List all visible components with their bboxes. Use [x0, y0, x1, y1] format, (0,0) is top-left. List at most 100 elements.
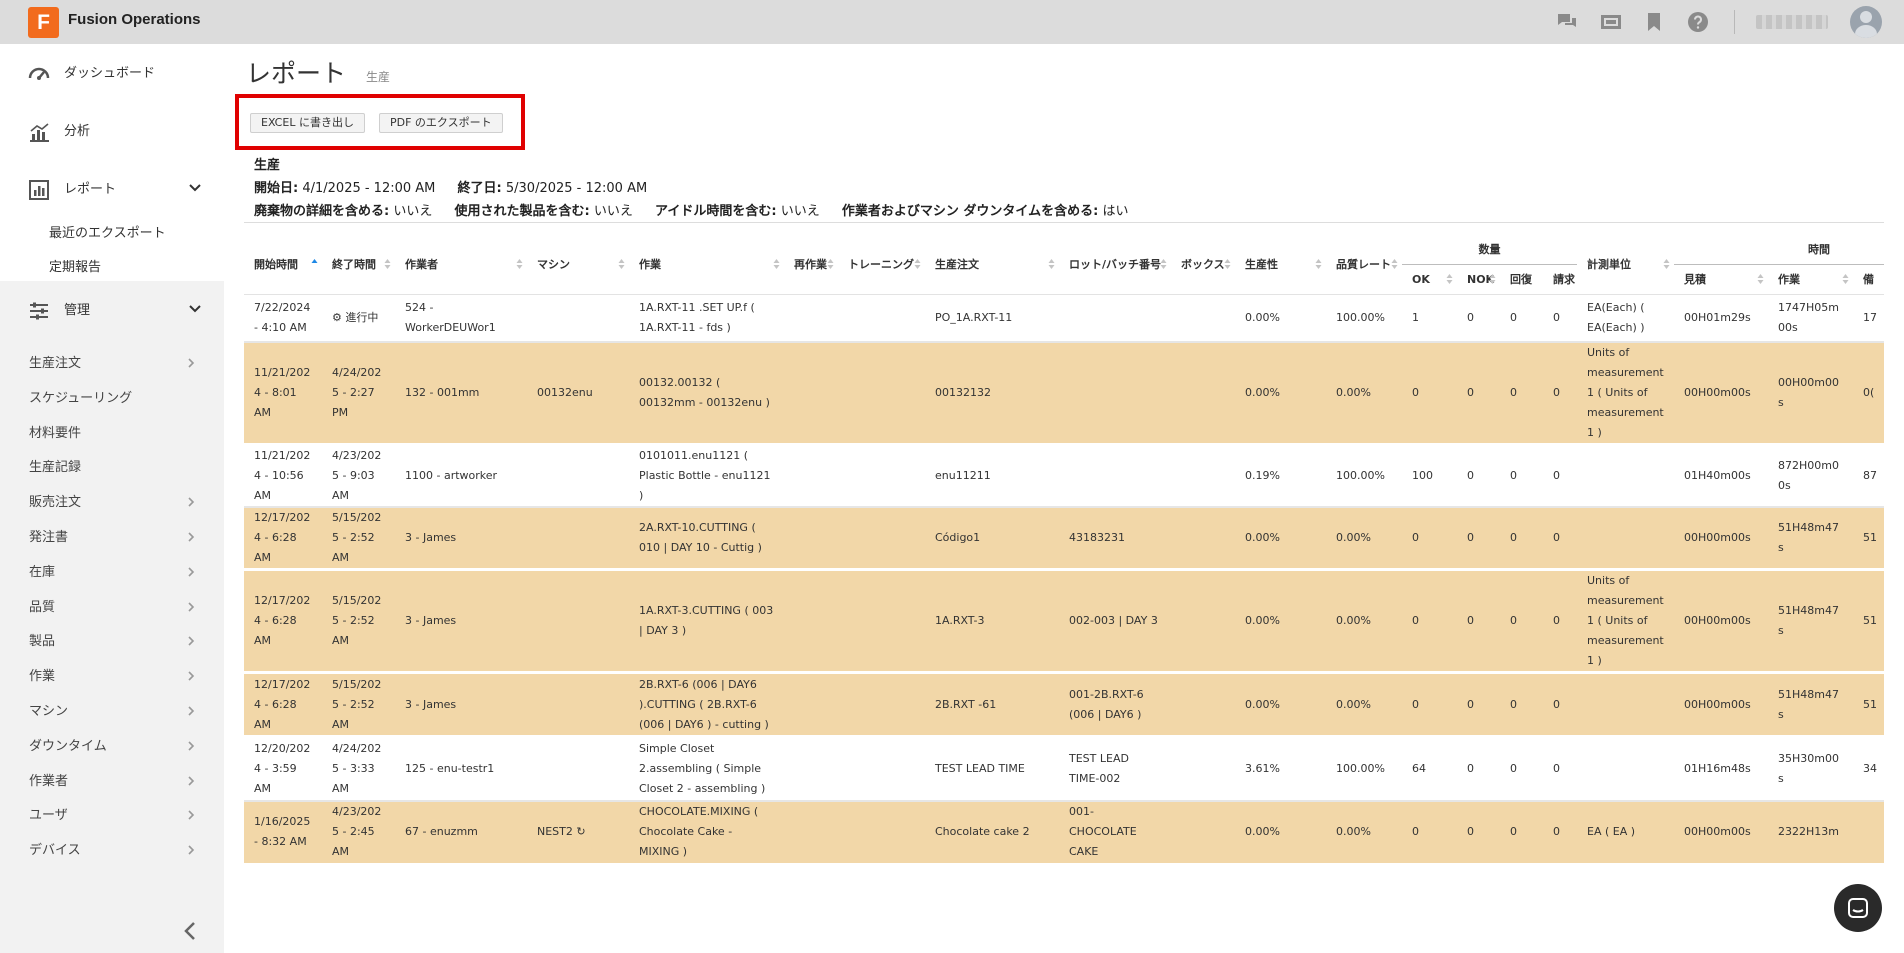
help-icon[interactable] — [1686, 10, 1710, 34]
sort-icon[interactable] — [914, 258, 921, 270]
chevron-down-icon[interactable] — [188, 301, 202, 315]
sidebar-item-analysis[interactable]: 分析 — [0, 102, 224, 160]
sidebar-subitem-recent-exports[interactable]: 最近のエクスポート — [49, 222, 166, 241]
report-table-container[interactable]: 開始時間 終了時間 作業者 マシン 作業 再作業 トレーニング 生産注文 ロット… — [244, 234, 1884, 953]
sidebar-item-report[interactable]: レポート — [0, 160, 224, 218]
cell-operation: 1A.RXT-11 .SET UP.f ( 1A.RXT-11 - fds ) — [629, 294, 784, 343]
cell-text: 0.00% — [1336, 531, 1371, 544]
sidebar-item-admin[interactable]: 管理 — [0, 281, 224, 339]
sort-icon[interactable] — [1757, 273, 1764, 285]
sort-icon[interactable] — [1446, 273, 1453, 285]
table-row[interactable]: 11/21/2024 - 8:01 AM 4/24/2025 - 2:27 PM 1… — [244, 342, 1884, 446]
col-header-recovered[interactable]: 回復 — [1500, 264, 1543, 295]
cell-training — [838, 672, 925, 738]
table-row[interactable]: 12/17/2024 - 6:28 AM 5/15/2025 - 2:52 AM 3… — [244, 507, 1884, 571]
sort-icon[interactable] — [618, 258, 625, 270]
col-header-ok[interactable]: OK — [1402, 264, 1457, 295]
col-header-start-time[interactable]: 開始時間 — [244, 234, 322, 295]
sort-icon[interactable] — [1048, 258, 1055, 270]
col-header-nok[interactable]: NOK — [1457, 264, 1500, 295]
col-header-lot-batch[interactable]: ロット/バッチ番号 — [1059, 234, 1171, 295]
cell-extra: 51 — [1853, 672, 1884, 738]
sidebar-top-section: ダッシュボード 分析 レポート 最近のエクスポート 定期報告 — [0, 44, 224, 281]
sidebar-item-dashboard[interactable]: ダッシュボード — [0, 44, 224, 102]
col-header-estimate[interactable]: 見積 — [1674, 264, 1768, 295]
cell-quality-rate: 100.00% — [1326, 736, 1402, 802]
sort-icon[interactable] — [1489, 273, 1496, 285]
table-row[interactable]: 1/16/2025 - 8:32 AM 4/23/2025 - 2:45 AM 67… — [244, 800, 1884, 866]
col-header-end-time[interactable]: 終了時間 — [322, 234, 395, 295]
bookmark-icon[interactable] — [1642, 10, 1666, 34]
cell-claimed: 0 — [1543, 800, 1577, 866]
col-header-extra[interactable]: 備 — [1853, 264, 1884, 295]
col-header-claimed[interactable]: 請求 — [1543, 264, 1577, 295]
header-label: 計測単位 — [1587, 257, 1631, 271]
cell-estimate: 00H01m29s — [1674, 294, 1768, 343]
sidebar-subitem-scheduled-reports[interactable]: 定期報告 — [49, 256, 101, 275]
sort-icon[interactable] — [516, 258, 523, 270]
cell-operator: 67 - enuzmm — [395, 800, 527, 866]
sidebar-item[interactable]: デバイス — [0, 826, 224, 868]
col-header-production-order[interactable]: 生産注文 — [925, 234, 1059, 295]
chevron-right-icon — [186, 354, 196, 368]
col-header-productivity[interactable]: 生産性 — [1235, 234, 1326, 295]
chat-support-button[interactable] — [1834, 884, 1882, 932]
cell-claimed: 0 — [1543, 672, 1577, 738]
cell-work: 1747H05m00s — [1768, 294, 1853, 343]
sort-icon[interactable] — [773, 258, 780, 270]
cell-quality-rate: 100.00% — [1326, 294, 1402, 343]
table-row[interactable]: 12/17/2024 - 6:28 AM 5/15/2025 - 2:52 AM 3… — [244, 569, 1884, 674]
sort-ascending-icon[interactable] — [311, 258, 318, 270]
col-header-machine[interactable]: マシン — [527, 234, 629, 295]
app-logo[interactable]: F — [28, 7, 59, 38]
col-header-quality-rate[interactable]: 品質レート — [1326, 234, 1402, 295]
display-icon[interactable] — [1599, 10, 1623, 34]
sort-icon[interactable] — [1391, 258, 1398, 270]
cell-text: 0 — [1467, 614, 1474, 627]
cell-production-order: TEST LEAD TIME — [925, 736, 1059, 802]
cell-text: Units of measurement1 ( Units of measure… — [1587, 346, 1664, 439]
sort-icon[interactable] — [1842, 273, 1849, 285]
avatar[interactable] — [1850, 6, 1882, 38]
export-excel-button[interactable]: EXCEL に書き出し — [250, 113, 365, 133]
cell-text: 0 — [1467, 386, 1474, 399]
cell-box — [1171, 736, 1235, 802]
cell-claimed: 0 — [1543, 569, 1577, 674]
cell-extra — [1853, 800, 1884, 866]
table-row[interactable]: 12/20/2024 - 3:59 AM 4/24/2025 - 3:33 AM 1… — [244, 736, 1884, 802]
cell-rework — [784, 569, 838, 674]
cell-text: 00132132 — [935, 386, 991, 399]
col-header-rework[interactable]: 再作業 — [784, 234, 838, 295]
cell-nok: 0 — [1457, 342, 1500, 446]
header-label: 品質レート — [1336, 257, 1391, 271]
refresh-icon[interactable]: ↻ — [573, 825, 585, 838]
col-header-unit[interactable]: 計測単位 — [1577, 234, 1674, 295]
table-row[interactable]: 12/17/2024 - 6:28 AM 5/15/2025 - 2:52 AM 3… — [244, 672, 1884, 738]
table-row[interactable]: 7/22/2024 - 4:10 AM ⚙ 進行中 524 - WorkerDEUW… — [244, 294, 1884, 343]
chevron-down-icon[interactable] — [188, 180, 202, 194]
chat-icon[interactable] — [1555, 10, 1579, 34]
sort-icon[interactable] — [1315, 258, 1322, 270]
cell-text: 12/20/2024 - 3:59 AM — [254, 741, 311, 795]
cell-production-order: enu11211 — [925, 444, 1059, 508]
sort-icon[interactable] — [384, 258, 391, 270]
cell-text: 00H00m00s — [1684, 531, 1751, 544]
col-header-operation[interactable]: 作業 — [629, 234, 784, 295]
collapse-sidebar-icon[interactable] — [182, 921, 198, 941]
table-row[interactable]: 11/21/2024 - 10:56 AM 4/23/2025 - 9:03 AM… — [244, 444, 1884, 508]
col-header-work[interactable]: 作業 — [1768, 264, 1853, 295]
user-name[interactable] — [1756, 15, 1828, 29]
export-pdf-button[interactable]: PDF のエクスポート — [379, 113, 503, 133]
col-header-training[interactable]: トレーニング — [838, 234, 925, 295]
cell-work: 51H48m47s — [1768, 672, 1853, 738]
sort-icon[interactable] — [827, 258, 834, 270]
option-label: アイドル時間を含む: — [655, 204, 777, 219]
cell-operator: 524 - WorkerDEUWor1 — [395, 294, 527, 343]
sort-icon[interactable] — [1663, 258, 1670, 270]
sort-icon[interactable] — [1160, 258, 1167, 270]
col-header-box[interactable]: ボックス — [1171, 234, 1235, 295]
col-header-operator[interactable]: 作業者 — [395, 234, 527, 295]
sort-icon[interactable] — [1224, 258, 1231, 270]
app-title[interactable]: Fusion Operations — [68, 11, 201, 28]
cell-recovered: 0 — [1500, 672, 1543, 738]
